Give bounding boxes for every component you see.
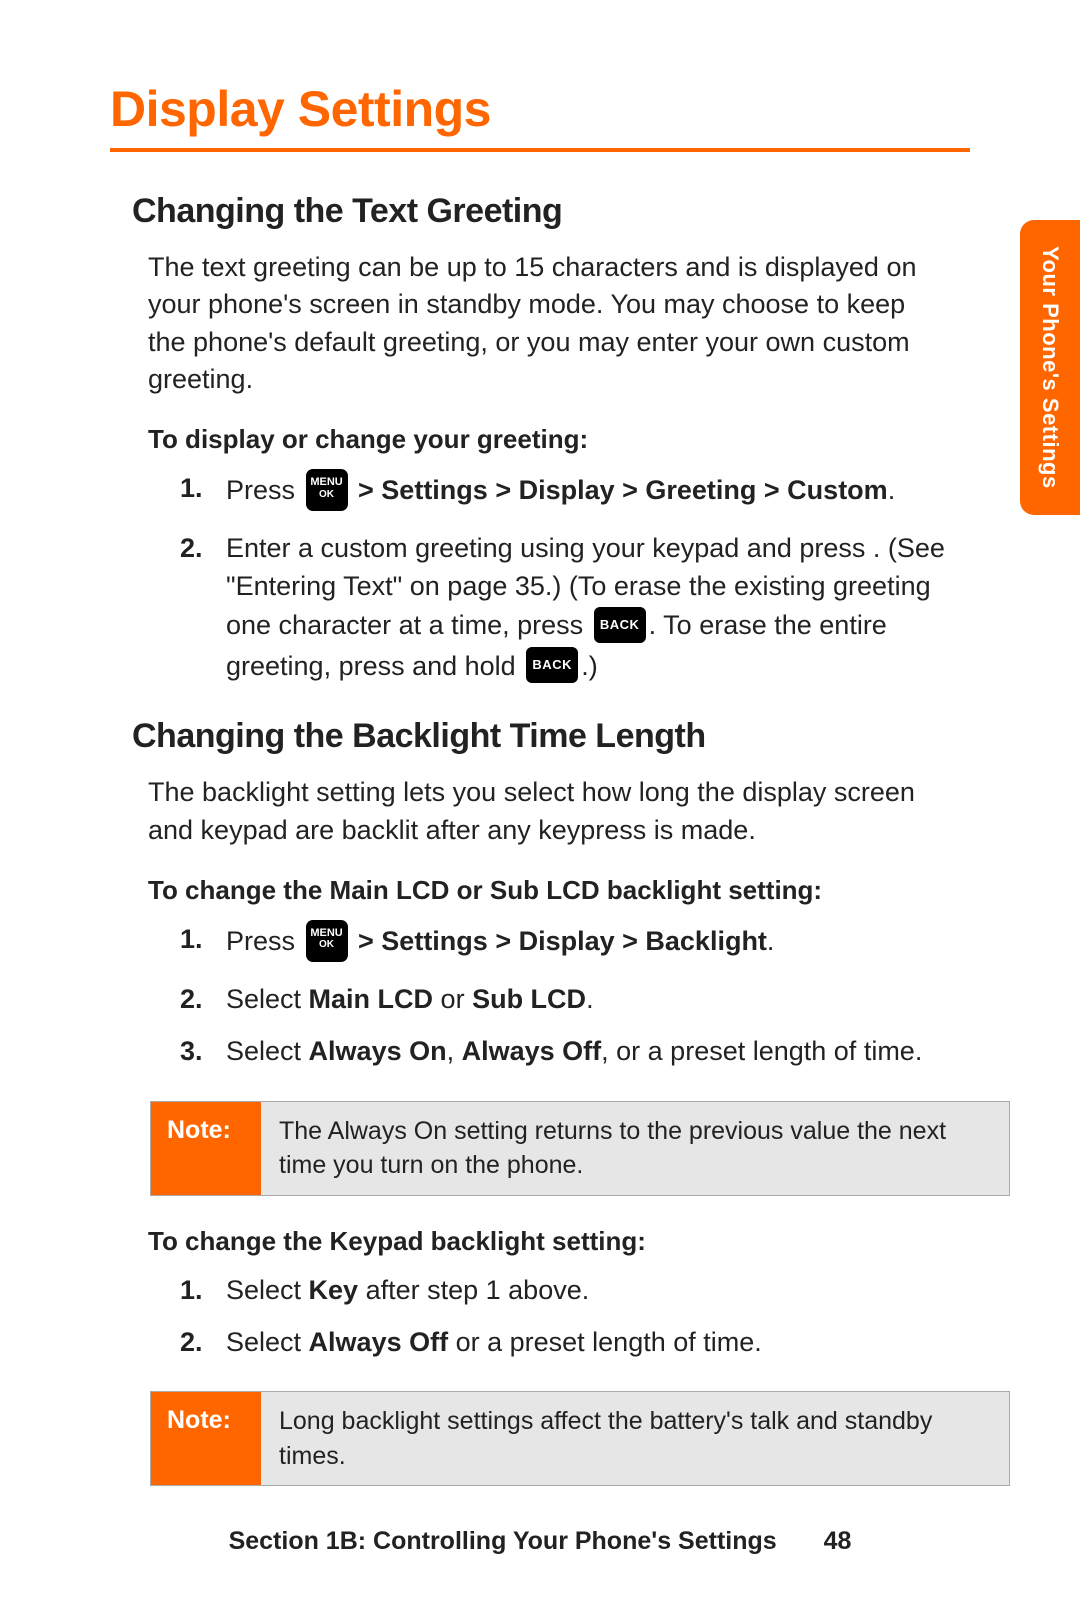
bold-term: Always On bbox=[309, 1036, 447, 1066]
menu-ok-key-icon: MENUOK bbox=[306, 920, 348, 962]
bold-term: Main LCD bbox=[309, 984, 434, 1014]
menu-ok-key-icon: MENUOK bbox=[306, 469, 348, 511]
heading-text-greeting: Changing the Text Greeting bbox=[132, 192, 990, 231]
steps-greeting: Press MENUOK > Settings > Display > Gree… bbox=[180, 469, 950, 687]
step-text: .) bbox=[581, 651, 598, 681]
side-tab-label: Your Phone's Settings bbox=[1037, 246, 1063, 489]
steps-keypad: Select Key after step 1 above. Select Al… bbox=[180, 1271, 950, 1362]
step-item: Select Always On, Always Off, or a prese… bbox=[180, 1032, 950, 1070]
note-box: Note: Long backlight settings affect the… bbox=[150, 1391, 1010, 1486]
step-text: , or a preset length of time. bbox=[601, 1036, 922, 1066]
menu-path: > Settings > Display > Greeting > Custom bbox=[351, 475, 888, 505]
step-item: Select Key after step 1 above. bbox=[180, 1271, 950, 1309]
step-text: Select bbox=[226, 1275, 309, 1305]
step-item: Select Main LCD or Sub LCD. bbox=[180, 980, 950, 1018]
note-body: The Always On setting returns to the pre… bbox=[261, 1102, 1009, 1195]
step-text: . bbox=[888, 475, 896, 505]
step-item: Select Always Off or a preset length of … bbox=[180, 1323, 950, 1361]
step-text: Press bbox=[226, 475, 303, 505]
step-text: . bbox=[586, 984, 594, 1014]
step-text: Press bbox=[226, 926, 303, 956]
footer-page-number: 48 bbox=[824, 1527, 852, 1555]
intro-backlight: The backlight setting lets you select ho… bbox=[148, 774, 950, 849]
back-key-icon: BACK bbox=[594, 607, 646, 643]
note-body: Long backlight settings affect the batte… bbox=[261, 1392, 1009, 1485]
proc-lead-keypad: To change the Keypad backlight setting: bbox=[148, 1226, 990, 1257]
note-label: Note: bbox=[151, 1102, 261, 1195]
proc-lead-lcd: To change the Main LCD or Sub LCD backli… bbox=[148, 875, 990, 906]
note-label: Note: bbox=[151, 1392, 261, 1485]
step-text: Select bbox=[226, 1036, 309, 1066]
bold-term: Always Off bbox=[462, 1036, 602, 1066]
bold-term: Sub LCD bbox=[472, 984, 586, 1014]
side-tab: Your Phone's Settings bbox=[1020, 220, 1080, 515]
footer-section: Section 1B: Controlling Your Phone's Set… bbox=[229, 1527, 777, 1555]
step-text: , bbox=[447, 1036, 462, 1066]
step-text: after step 1 above. bbox=[358, 1275, 589, 1305]
step-item: Enter a custom greeting using your keypa… bbox=[180, 529, 950, 687]
step-text: Select bbox=[226, 984, 309, 1014]
step-text: Select bbox=[226, 1327, 309, 1357]
note-box: Note: The Always On setting returns to t… bbox=[150, 1101, 1010, 1196]
bold-term: Always Off bbox=[309, 1327, 449, 1357]
step-item: Press MENUOK > Settings > Display > Back… bbox=[180, 920, 950, 966]
page-title: Display Settings bbox=[110, 80, 990, 138]
intro-text-greeting: The text greeting can be up to 15 charac… bbox=[148, 249, 950, 398]
step-item: Press MENUOK > Settings > Display > Gree… bbox=[180, 469, 950, 515]
step-text: . bbox=[767, 926, 775, 956]
page-footer: Section 1B: Controlling Your Phone's Set… bbox=[0, 1527, 1080, 1556]
step-text: or bbox=[433, 984, 472, 1014]
heading-backlight: Changing the Backlight Time Length bbox=[132, 717, 990, 756]
menu-path: > Settings > Display > Backlight bbox=[351, 926, 767, 956]
bold-term: Key bbox=[309, 1275, 359, 1305]
step-text: or a preset length of time. bbox=[448, 1327, 762, 1357]
title-rule bbox=[110, 148, 970, 152]
steps-lcd: Press MENUOK > Settings > Display > Back… bbox=[180, 920, 950, 1071]
proc-lead-greeting: To display or change your greeting: bbox=[148, 424, 990, 455]
back-key-icon: BACK bbox=[526, 647, 578, 683]
